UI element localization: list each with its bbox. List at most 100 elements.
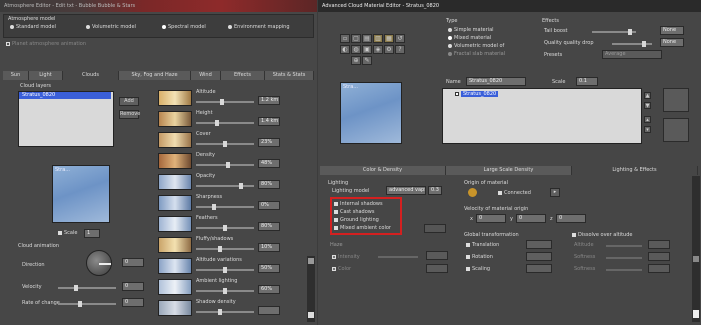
tab-color-density[interactable]: Color & Density bbox=[320, 166, 446, 175]
layer-up-icon[interactable]: ▴ bbox=[644, 116, 651, 123]
direction-dial[interactable] bbox=[86, 250, 112, 276]
dissolve-softness-field[interactable] bbox=[648, 252, 670, 261]
rate-change-slider[interactable] bbox=[58, 301, 116, 307]
scroll-down-icon[interactable] bbox=[308, 312, 314, 318]
dissolve-altitude-field[interactable] bbox=[648, 240, 670, 249]
paste-icon[interactable]: ▦ bbox=[384, 34, 394, 43]
cloud-param-value[interactable]: 10% bbox=[258, 243, 280, 252]
cloud-param-thumbnail[interactable] bbox=[158, 174, 192, 190]
scroll-down-icon[interactable] bbox=[693, 310, 699, 318]
undo-icon[interactable]: ↺ bbox=[395, 34, 405, 43]
translation-edit-button[interactable] bbox=[526, 240, 552, 249]
haze-intensity-slider[interactable] bbox=[378, 256, 418, 258]
tab-effects[interactable]: Effects bbox=[221, 71, 265, 80]
mix-icon[interactable]: ◈ bbox=[373, 45, 383, 54]
right-scrollbar[interactable] bbox=[692, 176, 700, 322]
velocity-z-field[interactable]: 0 bbox=[556, 214, 586, 223]
color-swatch-2[interactable] bbox=[663, 118, 689, 142]
origin-connected[interactable]: Connected bbox=[498, 190, 531, 196]
velocity-y-field[interactable]: 0 bbox=[516, 214, 546, 223]
dissolve-softness2-field[interactable] bbox=[648, 264, 670, 273]
lighting-model-extra[interactable]: 0.3 bbox=[428, 186, 442, 195]
scale-field[interactable]: 1 bbox=[84, 229, 100, 238]
cloud-param-slider[interactable] bbox=[196, 288, 254, 294]
haze-color-field[interactable] bbox=[426, 264, 448, 273]
left-scrollbar[interactable] bbox=[307, 256, 315, 322]
cloud-layers-list[interactable]: Stratus_0820 bbox=[18, 91, 114, 147]
cloud-param-value[interactable]: 23% bbox=[258, 138, 280, 147]
list-item[interactable]: Stratus_0820 bbox=[19, 92, 111, 99]
velocity-x-field[interactable]: 0 bbox=[476, 214, 506, 223]
tab-stats[interactable]: Stats & Stats bbox=[265, 71, 314, 80]
model-option-1[interactable]: Volumetric model bbox=[86, 24, 136, 30]
cloud-param-slider[interactable] bbox=[196, 246, 254, 252]
rotation-edit-button[interactable] bbox=[526, 252, 552, 261]
tab-wind[interactable]: Wind bbox=[191, 71, 221, 80]
cloud-param-thumbnail[interactable] bbox=[158, 132, 192, 148]
cloud-param-value[interactable]: 80% bbox=[258, 180, 280, 189]
type-option-3[interactable]: Fractal slab material bbox=[448, 51, 505, 57]
cloud-param-slider[interactable] bbox=[196, 99, 254, 105]
dissolve-altitude[interactable]: Dissolve over altitude bbox=[572, 232, 632, 238]
scroll-up-icon[interactable] bbox=[308, 258, 314, 264]
ground-lighting-checkbox[interactable]: Ground lighting bbox=[334, 217, 379, 223]
rate-change-field[interactable]: 0 bbox=[122, 298, 144, 307]
haze-color[interactable]: Color bbox=[332, 266, 351, 272]
cast-shadows-checkbox[interactable]: Cast shadows bbox=[334, 209, 374, 215]
zoom-icon[interactable]: ⊕ bbox=[351, 56, 361, 65]
tab-light[interactable]: Light bbox=[29, 71, 63, 80]
cloud-param-thumbnail[interactable] bbox=[158, 195, 192, 211]
cloud-param-value[interactable]: 60% bbox=[258, 285, 280, 294]
cloud-param-value[interactable]: 80% bbox=[258, 222, 280, 231]
velocity-field[interactable]: 0 bbox=[122, 282, 144, 291]
scaling-checkbox[interactable]: Scaling bbox=[466, 266, 490, 272]
move-up-icon[interactable]: ▲ bbox=[644, 92, 651, 99]
layer-down-icon[interactable]: ▾ bbox=[644, 126, 651, 133]
tab-large-scale-density[interactable]: Large Scale Density bbox=[446, 166, 572, 175]
name-field[interactable]: Stratus_0820 bbox=[466, 77, 526, 86]
material-layer-list[interactable]: Stratus_0820 bbox=[442, 88, 642, 144]
presets-select[interactable]: Average bbox=[602, 50, 662, 59]
velocity-slider[interactable] bbox=[58, 285, 116, 291]
scale-field-right[interactable]: 0.1 bbox=[576, 77, 598, 86]
lighting-model-select[interactable]: advanced vaps bbox=[386, 186, 426, 195]
model-option-0[interactable]: Standard model bbox=[10, 24, 56, 30]
tail-boost-slider[interactable] bbox=[592, 29, 636, 35]
cloud-param-value[interactable] bbox=[258, 306, 280, 315]
quality-field[interactable]: None bbox=[660, 38, 684, 47]
cloud-param-value[interactable]: 50% bbox=[258, 264, 280, 273]
type-option-1[interactable]: Mixed material bbox=[448, 35, 491, 41]
cloud-param-thumbnail[interactable] bbox=[158, 237, 192, 253]
tab-sky-fog-haze[interactable]: Sky, Fog and Haze bbox=[119, 71, 191, 80]
open-icon[interactable]: ▢ bbox=[351, 34, 361, 43]
scroll-up-icon[interactable] bbox=[693, 256, 699, 262]
cloud-param-value[interactable]: 0% bbox=[258, 201, 280, 210]
internal-shadows-checkbox[interactable]: Internal shadows bbox=[334, 201, 383, 207]
cloud-param-slider[interactable] bbox=[196, 183, 254, 189]
tab-clouds[interactable]: Clouds bbox=[63, 71, 119, 80]
cloud-param-slider[interactable] bbox=[196, 267, 254, 273]
type-option-0[interactable]: Simple material bbox=[448, 27, 494, 33]
cloud-param-slider[interactable] bbox=[196, 120, 254, 126]
cloud-param-thumbnail[interactable] bbox=[158, 300, 192, 316]
cloud-param-thumbnail[interactable] bbox=[158, 90, 192, 106]
type-option-2[interactable]: Volumetric model of bbox=[448, 43, 504, 49]
move-down-icon[interactable]: ▼ bbox=[644, 102, 651, 109]
cloud-param-slider[interactable] bbox=[196, 225, 254, 231]
dissolve-softness2-slider[interactable] bbox=[606, 269, 642, 271]
color-swatch-1[interactable] bbox=[663, 88, 689, 112]
haze-intensity-field[interactable] bbox=[426, 251, 448, 260]
tab-lighting-effects[interactable]: Lighting & Effects bbox=[572, 166, 698, 175]
dissolve-softness-slider[interactable] bbox=[606, 257, 642, 259]
cloud-param-thumbnail[interactable] bbox=[158, 216, 192, 232]
quality-slider[interactable] bbox=[612, 41, 652, 47]
copy-icon[interactable]: ▥ bbox=[373, 34, 383, 43]
cloud-param-value[interactable]: 1.2 km bbox=[258, 96, 280, 105]
tail-boost-field[interactable]: None bbox=[660, 26, 684, 35]
render-icon[interactable]: ◐ bbox=[340, 45, 350, 54]
picker-icon[interactable]: ✎ bbox=[362, 56, 372, 65]
cloud-param-slider[interactable] bbox=[196, 204, 254, 210]
remove-layer-button[interactable]: Remove bbox=[119, 110, 140, 119]
direction-field[interactable]: 0 bbox=[122, 258, 144, 267]
scaling-edit-button[interactable] bbox=[526, 264, 552, 273]
